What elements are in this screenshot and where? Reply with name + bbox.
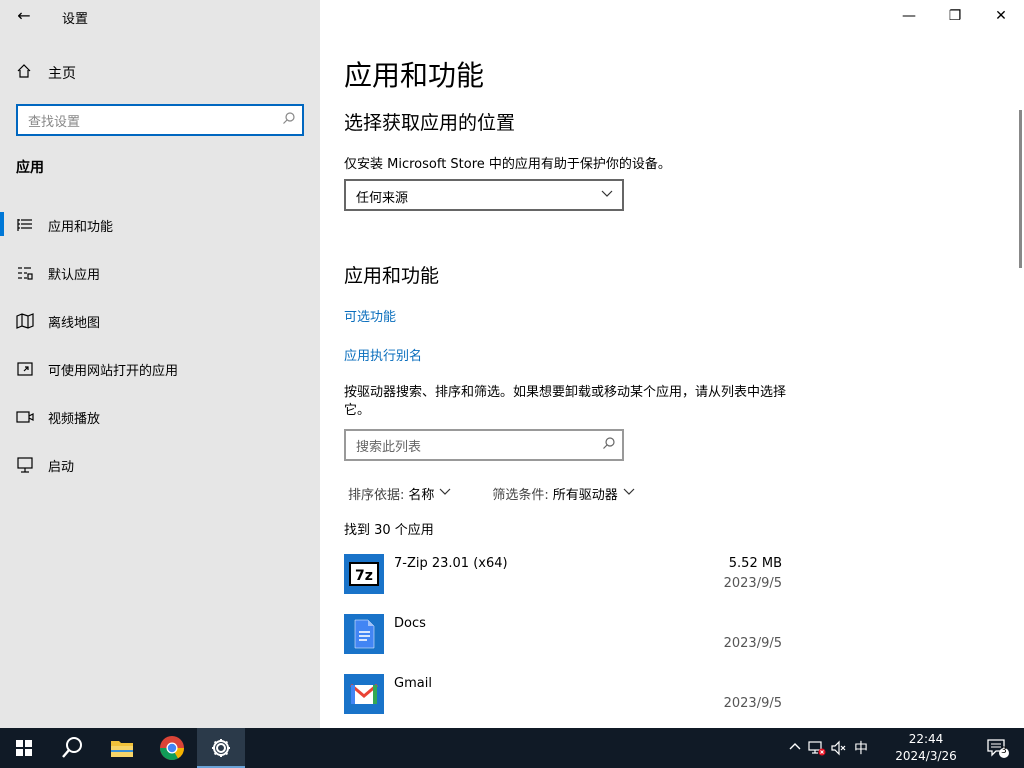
page-title: 应用和功能 bbox=[344, 59, 485, 92]
app-size: 5.52 MB bbox=[728, 556, 782, 571]
sidebar-item-startup[interactable]: 启动 bbox=[0, 448, 320, 482]
app-name: 7-Zip 23.01 (x64) bbox=[394, 556, 508, 571]
location-description: 仅安装 Microsoft Store 中的应用有助于保护你的设备。 bbox=[344, 157, 671, 172]
sidebar-item-video-playback[interactable]: 视频播放 bbox=[0, 400, 320, 434]
system-tray: 中 22:44 2024/3/26 3 bbox=[784, 728, 1024, 768]
window-controls: — ❐ ✕ bbox=[886, 0, 1024, 32]
sort-value: 名称 bbox=[408, 488, 435, 503]
active-indicator bbox=[0, 212, 4, 236]
file-explorer-icon[interactable] bbox=[98, 728, 146, 768]
sidebar-item-default-apps[interactable]: 默认应用 bbox=[0, 256, 320, 290]
gmail-icon bbox=[344, 674, 384, 714]
search-button[interactable] bbox=[48, 728, 96, 768]
sidebar-item-label: 应用和功能 bbox=[48, 220, 114, 235]
settings-gear-icon[interactable] bbox=[197, 728, 245, 768]
search-placeholder: 搜索此列表 bbox=[356, 440, 422, 455]
app-name: Gmail bbox=[394, 676, 432, 691]
optional-features-link[interactable]: 可选功能 bbox=[344, 306, 396, 325]
filter-value: 所有驱动器 bbox=[552, 488, 618, 503]
app-source-dropdown[interactable]: 任何来源 bbox=[344, 179, 624, 211]
default-apps-icon bbox=[16, 264, 34, 282]
app-list-item[interactable]: Gmail 2023/9/5 bbox=[344, 674, 784, 734]
app-execution-alias-link[interactable]: 应用执行别名 bbox=[344, 345, 422, 364]
sidebar-item-label: 可使用网站打开的应用 bbox=[48, 364, 179, 379]
notification-count: 3 bbox=[1001, 746, 1007, 756]
home-icon bbox=[16, 63, 32, 83]
sidebar-item-label: 离线地图 bbox=[48, 316, 101, 331]
sidebar-item-label: 启动 bbox=[48, 460, 75, 475]
sidebar-item-apps-features[interactable]: 应用和功能 bbox=[0, 208, 320, 242]
search-placeholder: 查找设置 bbox=[28, 115, 81, 130]
filter-description: 按驱动器搜索、排序和筛选。如果想要卸载或移动某个应用，请从列表中选择它。 bbox=[344, 385, 787, 418]
clock-time: 22:44 bbox=[908, 732, 944, 746]
chrome-icon[interactable] bbox=[148, 728, 196, 768]
list-icon bbox=[16, 216, 34, 234]
dropdown-value: 任何来源 bbox=[356, 191, 409, 206]
search-icon bbox=[602, 436, 616, 454]
features-heading: 应用和功能 bbox=[344, 265, 440, 287]
clock-date: 2024/3/26 bbox=[895, 749, 957, 763]
found-count: 找到 30 个应用 bbox=[344, 523, 434, 538]
app-date: 2023/9/5 bbox=[723, 696, 782, 711]
app-list-search-input[interactable]: 搜索此列表 bbox=[344, 429, 624, 461]
app-name: Docs bbox=[394, 616, 426, 631]
sidebar-item-home[interactable]: 主页 bbox=[0, 56, 320, 90]
location-heading: 选择获取应用的位置 bbox=[344, 112, 516, 134]
filter-dropdown[interactable]: 筛选条件: 所有驱动器 bbox=[492, 484, 635, 503]
sidebar-home-label: 主页 bbox=[48, 66, 76, 82]
chevron-down-icon bbox=[622, 486, 636, 501]
back-arrow-icon[interactable]: ← bbox=[12, 4, 36, 28]
map-icon bbox=[16, 312, 34, 330]
sort-filter-bar: 排序依据: 名称 筛选条件: 所有驱动器 bbox=[348, 484, 636, 503]
clock[interactable]: 22:44 2024/3/26 bbox=[886, 731, 966, 765]
sort-key: 排序依据: bbox=[348, 488, 405, 503]
sidebar-item-label: 默认应用 bbox=[48, 268, 101, 283]
app-date: 2023/9/5 bbox=[723, 576, 782, 591]
video-icon bbox=[16, 408, 34, 426]
app-list-item[interactable]: Docs 2023/9/5 bbox=[344, 614, 784, 674]
close-button[interactable]: ✕ bbox=[978, 0, 1024, 32]
network-icon[interactable] bbox=[808, 740, 826, 760]
app-list-item[interactable]: 7z 7-Zip 23.01 (x64) 5.52 MB 2023/9/5 bbox=[344, 554, 784, 614]
taskbar: 中 22:44 2024/3/26 3 bbox=[0, 728, 1024, 768]
7zip-icon: 7z bbox=[344, 554, 384, 594]
minimize-button[interactable]: — bbox=[886, 0, 932, 32]
filter-key: 筛选条件: bbox=[492, 488, 549, 503]
sidebar-section-title: 应用 bbox=[16, 160, 44, 176]
app-title: 设置 bbox=[62, 12, 89, 27]
docs-icon bbox=[344, 614, 384, 654]
chevron-up-icon[interactable] bbox=[788, 740, 802, 758]
sidebar-item-apps-for-websites[interactable]: 可使用网站打开的应用 bbox=[0, 352, 320, 386]
chevron-down-icon bbox=[438, 486, 452, 501]
scrollbar[interactable] bbox=[1019, 110, 1022, 268]
sidebar: ← 设置 主页 查找设置 应用 应用和功能 默认应用 离线地图 可使用网站打开的… bbox=[0, 0, 320, 728]
sidebar-item-label: 视频播放 bbox=[48, 412, 101, 427]
search-icon bbox=[282, 111, 296, 129]
notification-icon[interactable]: 3 bbox=[986, 738, 1010, 762]
volume-muted-icon[interactable] bbox=[830, 740, 848, 760]
start-button[interactable] bbox=[0, 728, 48, 768]
open-window-icon bbox=[16, 360, 34, 378]
restore-button[interactable]: ❐ bbox=[932, 0, 978, 32]
ime-indicator[interactable]: 中 bbox=[854, 738, 868, 758]
sidebar-item-offline-maps[interactable]: 离线地图 bbox=[0, 304, 320, 338]
svg-text:7z: 7z bbox=[355, 568, 373, 584]
settings-search-input[interactable]: 查找设置 bbox=[16, 104, 304, 136]
sort-dropdown[interactable]: 排序依据: 名称 bbox=[348, 484, 452, 503]
app-date: 2023/9/5 bbox=[723, 636, 782, 651]
chevron-down-icon bbox=[600, 186, 614, 204]
startup-icon bbox=[16, 456, 34, 474]
